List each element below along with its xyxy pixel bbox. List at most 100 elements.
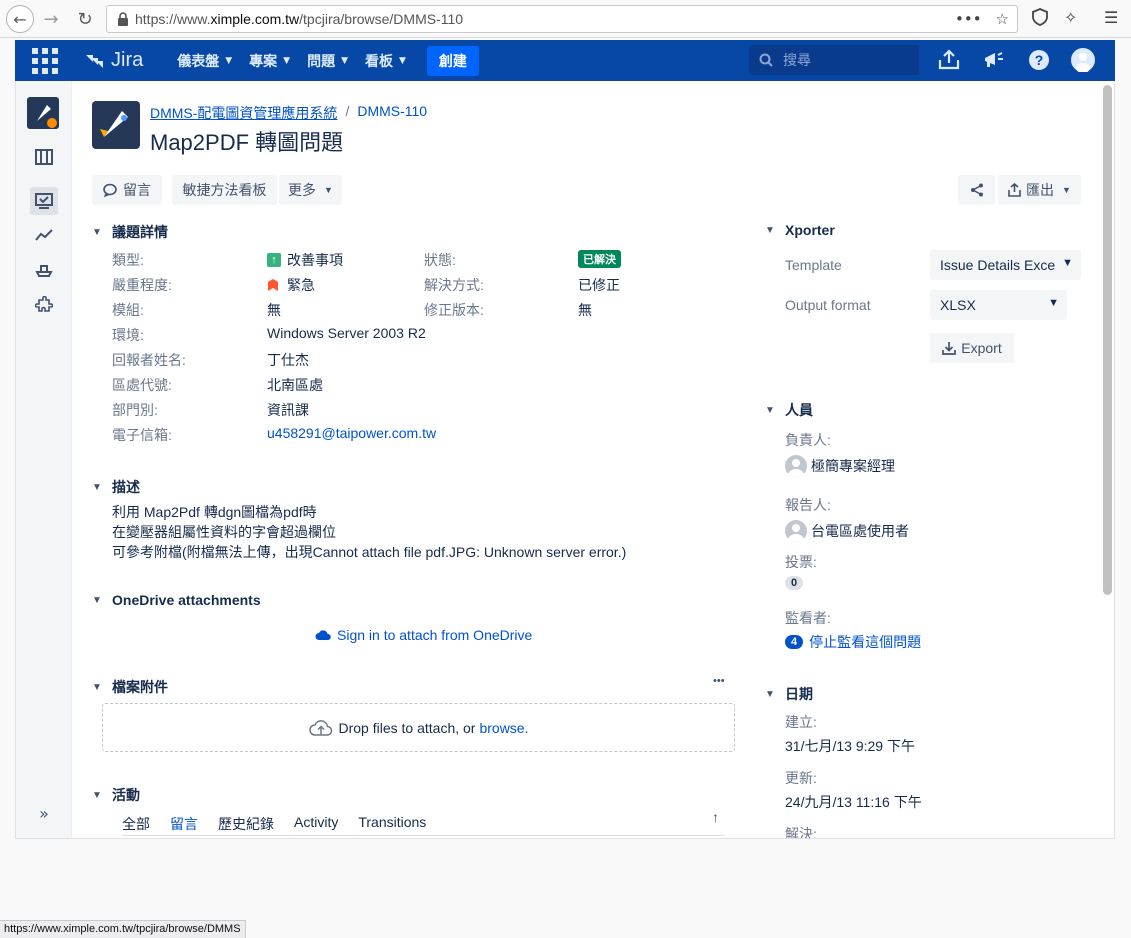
releases-icon[interactable] — [30, 256, 58, 284]
description-line: 可參考附檔(附檔無法上傳，出現Cannot attach file pdf.JP… — [112, 544, 627, 560]
chevron-down-icon: ▼ — [1048, 297, 1059, 309]
page-content: » DMMS-配電圖資管理應用系統 / DMMS-110 Map2PDF 轉圖問… — [15, 81, 1115, 839]
search-icon — [759, 53, 773, 67]
field-value-resolution: 已修正 — [578, 277, 620, 293]
field-value-reporter-name: 丁仕杰 — [267, 352, 309, 368]
chevron-down-icon: ▼ — [92, 681, 102, 693]
extension-icon[interactable]: ✧ — [1064, 8, 1077, 27]
reporter-user[interactable]: 台電區處使用者 — [785, 520, 909, 542]
breadcrumb: DMMS-配電圖資管理應用系統 / DMMS-110 — [150, 103, 428, 123]
assignee-user[interactable]: 極簡專案經理 — [785, 455, 895, 477]
watchers-label: 監看者: — [785, 610, 831, 626]
add-ons-icon[interactable] — [30, 291, 58, 319]
browse-link[interactable]: browse. — [479, 720, 528, 736]
expand-sidebar-icon[interactable]: » — [30, 799, 58, 827]
section-description[interactable]: ▼ 描述 — [92, 477, 140, 497]
field-value-department: 資訊課 — [267, 402, 309, 418]
reports-icon[interactable] — [30, 221, 58, 249]
url-text: https://www.ximple.com.tw/tpcjira/browse… — [135, 11, 464, 27]
breadcrumb-project-link[interactable]: DMMS-配電圖資管理應用系統 — [150, 103, 337, 123]
vertical-scrollbar[interactable] — [1103, 85, 1112, 595]
issues-icon[interactable] — [30, 187, 58, 215]
chevron-down-icon: ▼ — [283, 55, 291, 66]
section-xporter[interactable]: ▼ Xporter — [765, 222, 835, 238]
field-label-department: 部門別: — [112, 402, 158, 418]
more-button[interactable]: 更多 ▼ — [279, 175, 342, 205]
status-badge: 已解決 — [578, 250, 621, 268]
section-activity[interactable]: ▼ 活動 — [92, 785, 140, 805]
nav-boards[interactable]: 看板 ▼ — [359, 40, 412, 81]
section-dates[interactable]: ▼ 日期 — [765, 684, 813, 704]
project-avatar[interactable] — [27, 97, 59, 129]
download-icon — [942, 342, 957, 355]
template-select[interactable]: Issue Details Exce ▼ — [930, 250, 1081, 280]
section-attachments[interactable]: ▼ 檔案附件 — [92, 677, 168, 697]
nav-projects[interactable]: 專案 ▼ — [243, 40, 296, 81]
share-button[interactable] — [958, 175, 995, 205]
url-bar[interactable]: https://www.ximple.com.tw/tpcjira/browse… — [106, 5, 1018, 33]
back-arrow-icon[interactable]: ← — [6, 5, 34, 33]
field-value-region-code: 北南區處 — [267, 377, 323, 393]
user-avatar-icon — [785, 455, 807, 477]
email-link[interactable]: u458291@taipower.com.tw — [267, 425, 436, 441]
watchers-row: 4 停止監看這個問題 — [785, 632, 921, 652]
agile-board-button[interactable]: 敏捷方法看板 — [172, 175, 277, 205]
field-label-email: 電子信箱: — [112, 427, 172, 443]
chevron-down-icon: ▼ — [1062, 185, 1071, 195]
search-input[interactable]: 搜尋 — [749, 45, 919, 75]
svg-text:?: ? — [1035, 52, 1044, 68]
jira-logo-icon — [86, 54, 103, 68]
section-people[interactable]: ▼ 人員 — [765, 400, 813, 420]
shield-icon[interactable] — [1032, 8, 1048, 30]
onedrive-signin-link[interactable]: Sign in to attach from OneDrive — [315, 627, 532, 643]
field-value-status: 已解決 — [578, 250, 621, 268]
sort-arrow-icon[interactable]: ↑ — [712, 809, 719, 825]
field-label-fix-version: 修正版本: — [424, 302, 484, 318]
page-actions-icon[interactable]: ••• — [955, 10, 982, 28]
reporter-label: 報告人: — [785, 497, 831, 513]
attachment-dropzone[interactable]: Drop files to attach, or browse. — [102, 703, 735, 752]
board-icon[interactable] — [30, 143, 58, 171]
project-avatar-large[interactable] — [92, 101, 140, 149]
profile-avatar-icon[interactable] — [1071, 48, 1095, 72]
chevron-down-icon: ▼ — [92, 594, 102, 606]
improvement-arrow-icon: ↑ — [267, 253, 281, 267]
watchers-count[interactable]: 4 — [785, 635, 804, 649]
upload-icon[interactable] — [937, 48, 961, 72]
xporter-export-button[interactable]: Export — [930, 333, 1014, 363]
chevron-down-icon: ▼ — [92, 789, 102, 801]
output-format-select[interactable]: XLSX ▼ — [930, 290, 1067, 320]
menu-icon[interactable]: ☰ — [1104, 8, 1118, 27]
section-issue-details[interactable]: ▼ 議題詳情 — [92, 222, 168, 242]
nav-dashboards[interactable]: 儀表盤 ▼ — [171, 40, 238, 81]
reload-icon[interactable]: ↻ — [72, 5, 98, 33]
help-icon[interactable]: ? — [1027, 48, 1051, 72]
field-value-email: u458291@taipower.com.tw — [267, 425, 436, 441]
forward-arrow-icon[interactable]: → — [38, 5, 64, 33]
lock-icon — [118, 12, 128, 26]
votes-count[interactable]: 0 — [785, 576, 804, 590]
breadcrumb-issue-key[interactable]: DMMS-110 — [357, 103, 427, 123]
browser-toolbar: ← → ↻ https://www.ximple.com.tw/tpcjira/… — [0, 0, 1131, 38]
jira-logo[interactable]: Jira — [84, 49, 143, 72]
nav-issues[interactable]: 問題 ▼ — [301, 40, 354, 81]
comment-button[interactable]: 留言 — [92, 175, 162, 205]
section-onedrive[interactable]: ▼ OneDrive attachments — [92, 592, 261, 608]
cloud-icon — [315, 629, 331, 640]
issue-title[interactable]: Map2PDF 轉圖問題 — [150, 125, 343, 157]
chevron-down-icon: ▼ — [765, 224, 775, 236]
created-label: 建立: — [785, 714, 817, 730]
export-dropdown-button[interactable]: 匯出 ▼ — [998, 175, 1081, 205]
create-button[interactable]: 創建 — [426, 45, 479, 76]
votes-label: 投票: — [785, 554, 817, 570]
attachments-more-icon[interactable]: ••• — [713, 675, 725, 687]
app-switcher-icon[interactable] — [32, 47, 58, 74]
field-value-fix-version: 無 — [578, 302, 592, 318]
bookmark-star-icon[interactable]: ☆ — [996, 10, 1009, 28]
xporter-template-label: Template — [785, 257, 842, 273]
user-avatar-icon — [785, 520, 807, 542]
field-label-resolution: 解決方式: — [424, 277, 484, 293]
chevron-down-icon: ▼ — [341, 55, 348, 66]
stop-watching-link[interactable]: 停止監看這個問題 — [809, 632, 921, 652]
megaphone-icon[interactable] — [982, 48, 1006, 72]
